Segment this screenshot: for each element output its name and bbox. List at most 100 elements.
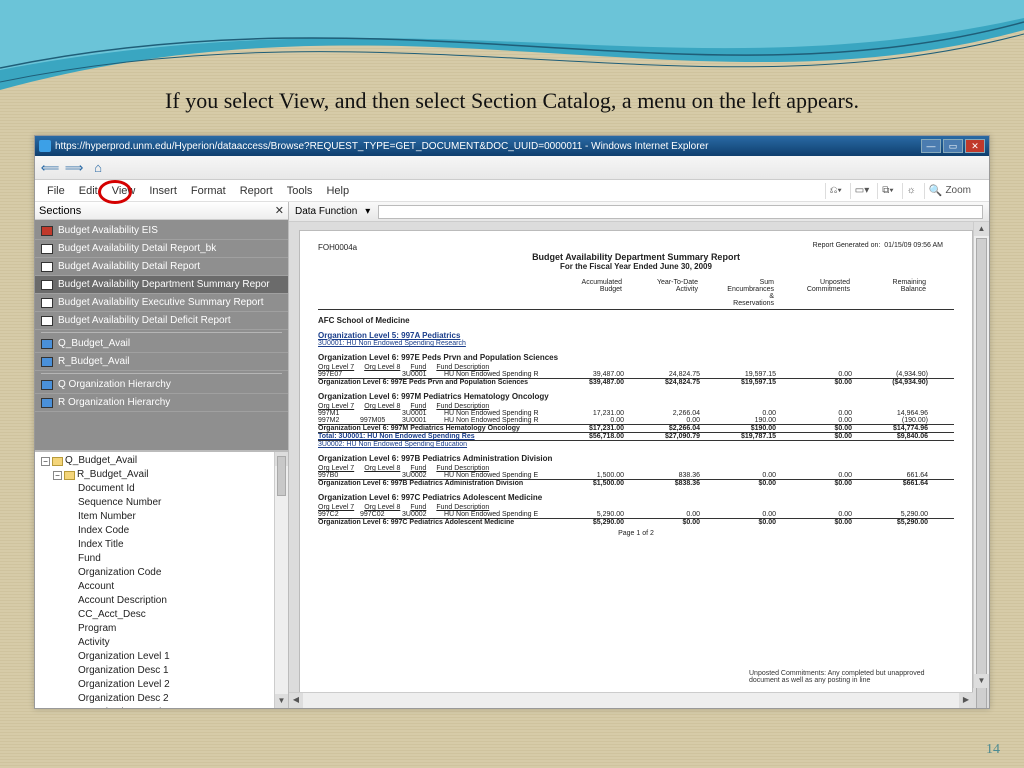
- catalog-item-icon: [41, 244, 53, 254]
- close-button[interactable]: ✕: [965, 139, 985, 153]
- catalog-item[interactable]: R_Budget_Avail: [35, 353, 288, 371]
- catalog-item[interactable]: Budget Availability Detail Report_bk: [35, 240, 288, 258]
- section-catalog: Budget Availability EIS Budget Availabili…: [35, 220, 288, 446]
- tree-label: Activity: [78, 636, 110, 650]
- tree-node[interactable]: Organization Code: [39, 566, 286, 580]
- menu-view[interactable]: View: [106, 183, 142, 199]
- vscroll-up-icon[interactable]: ▲: [974, 222, 989, 236]
- tree-node[interactable]: Organization Desc 1: [39, 664, 286, 678]
- titlebar: https://hyperprod.unm.edu/Hyperion/dataa…: [35, 136, 989, 156]
- catalog-item-label: Budget Availability Detail Deficit Repor…: [58, 315, 231, 326]
- report-hscroll[interactable]: ◀ ▶: [289, 692, 973, 708]
- menu-tools[interactable]: Tools: [281, 183, 319, 199]
- sections-close-icon[interactable]: ✕: [275, 204, 284, 217]
- function-input[interactable]: [378, 205, 983, 219]
- group-total: Organization Level 6: 997E Peds Prvn and…: [318, 378, 954, 386]
- tree-node[interactable]: Account Description: [39, 594, 286, 608]
- sections-header: Sections ✕: [35, 202, 288, 220]
- catalog-item[interactable]: Budget Availability Detail Deficit Repor…: [35, 312, 288, 330]
- report-vscroll[interactable]: ▲ ▼: [973, 222, 989, 688]
- ie-icon: [39, 140, 51, 152]
- report-generated: Report Generated on: 01/15/09 09:56 AM: [813, 242, 943, 249]
- minimize-button[interactable]: —: [921, 139, 941, 153]
- nav-toolbar: ⟸ ⟹ ⌂: [35, 156, 989, 180]
- tree-node[interactable]: Item Number: [39, 510, 286, 524]
- next-link[interactable]: 3U0002: HU Non Endowed Spending Educatio…: [318, 441, 467, 448]
- tree-node[interactable]: Activity: [39, 636, 286, 650]
- menu-help[interactable]: Help: [320, 183, 355, 199]
- catalog-item[interactable]: Q_Budget_Avail: [35, 335, 288, 353]
- folder-icon: [64, 471, 75, 480]
- tree-node[interactable]: Organization Level 2: [39, 678, 286, 692]
- group-total: Organization Level 6: 997B Pediatrics Ad…: [318, 479, 954, 487]
- catalog-item[interactable]: Q Organization Hierarchy: [35, 376, 288, 394]
- forward-icon[interactable]: ⟹: [65, 159, 83, 177]
- menu-format[interactable]: Format: [185, 183, 232, 199]
- home-icon[interactable]: ⌂: [89, 159, 107, 177]
- tool-icon-4[interactable]: ☼: [902, 183, 920, 199]
- tree-node[interactable]: Fund: [39, 552, 286, 566]
- menu-insert[interactable]: Insert: [143, 183, 183, 199]
- tree-expand-icon[interactable]: −: [41, 457, 50, 466]
- catalog-item-label: Budget Availability Detail Report_bk: [58, 243, 216, 254]
- zoom-label: Zoom: [945, 185, 971, 196]
- menu-report[interactable]: Report: [234, 183, 279, 199]
- tree-node[interactable]: Account: [39, 580, 286, 594]
- tree-scrollbar[interactable]: ▲ ▼: [274, 452, 288, 708]
- tree-node[interactable]: Document Id: [39, 482, 286, 496]
- catalog-item[interactable]: Budget Availability Executive Summary Re…: [35, 294, 288, 312]
- tree-node[interactable]: Organization Level 1: [39, 650, 286, 664]
- scroll-down-icon[interactable]: ▼: [275, 694, 288, 708]
- tree-node[interactable]: Program: [39, 622, 286, 636]
- hscroll-right-icon[interactable]: ▶: [959, 693, 973, 708]
- catalog-item-label: Budget Availability Department Summary R…: [58, 279, 270, 290]
- tree-label: Organization Desc 2: [78, 692, 169, 706]
- sub-link[interactable]: 3U0001: HU Non Endowed Spending Research: [318, 340, 466, 347]
- tool-icon-2[interactable]: ▭▾: [850, 183, 873, 199]
- catalog-item[interactable]: R Organization Hierarchy: [35, 394, 288, 412]
- maximize-button[interactable]: ▭: [943, 139, 963, 153]
- tool-icon-3[interactable]: ⧉▾: [877, 183, 897, 199]
- tree-node[interactable]: Organization Desc 2: [39, 692, 286, 706]
- column-headers: AccumulatedBudgetYear-To-DateActivitySum…: [318, 277, 954, 310]
- catalog-item[interactable]: Budget Availability Detail Report: [35, 258, 288, 276]
- tree-label: Item Number: [78, 510, 136, 524]
- ie-window: https://hyperprod.unm.edu/Hyperion/dataa…: [34, 135, 990, 709]
- catalog-item-icon: [41, 339, 53, 349]
- small-headers: Org Level 7Org Level 8FundFund Descripti…: [318, 403, 954, 410]
- report-title: Budget Availability Department Summary R…: [318, 252, 954, 262]
- tree-node[interactable]: CC_Acct_Desc: [39, 608, 286, 622]
- tree-node[interactable]: Index Title: [39, 538, 286, 552]
- vscroll-thumb[interactable]: [976, 238, 987, 708]
- tool-icon-1[interactable]: ⎌▾: [825, 183, 846, 199]
- tree-node[interactable]: Sequence Number: [39, 496, 286, 510]
- scroll-thumb[interactable]: [277, 456, 286, 496]
- catalog-item-label: R_Budget_Avail: [58, 356, 130, 367]
- tree-label: Organization Level 2: [78, 678, 170, 692]
- menu-file[interactable]: File: [41, 183, 71, 199]
- menu-edit[interactable]: Edit: [73, 183, 104, 199]
- catalog-item-icon: [41, 262, 53, 272]
- instruction-text: If you select View, and then select Sect…: [0, 88, 1024, 114]
- catalog-item-label: Q_Budget_Avail: [58, 338, 130, 349]
- vscroll-down-icon[interactable]: ▼: [974, 674, 989, 688]
- tree-node[interactable]: Index Code: [39, 524, 286, 538]
- tree-label: Document Id: [78, 482, 135, 496]
- catalog-item-label: Budget Availability Executive Summary Re…: [58, 297, 263, 308]
- tree-expand-icon[interactable]: −: [53, 471, 62, 480]
- tree-label: Index Title: [78, 538, 124, 552]
- small-headers: Org Level 7Org Level 8FundFund Descripti…: [318, 465, 954, 472]
- catalog-item[interactable]: Budget Availability Department Summary R…: [35, 276, 288, 294]
- function-dropdown-icon[interactable]: ▾: [365, 206, 370, 217]
- org5-link[interactable]: Organization Level 5: 997A Pediatrics: [318, 331, 954, 340]
- tree-node[interactable]: −Q_Budget_Avail: [39, 454, 286, 468]
- catalog-item[interactable]: Budget Availability EIS: [35, 222, 288, 240]
- right-toolbar: ⎌▾ ▭▾ ⧉▾ ☼ 🔍Zoom: [825, 183, 983, 199]
- tree-label: Index Code: [78, 524, 129, 538]
- tree-node[interactable]: −R_Budget_Avail: [39, 468, 286, 482]
- hscroll-left-icon[interactable]: ◀: [289, 693, 303, 708]
- tree-label: Account: [78, 580, 114, 594]
- back-icon[interactable]: ⟸: [41, 159, 59, 177]
- zoom-control[interactable]: 🔍Zoom: [924, 183, 975, 199]
- tree-node[interactable]: Organization Level 3: [39, 706, 286, 708]
